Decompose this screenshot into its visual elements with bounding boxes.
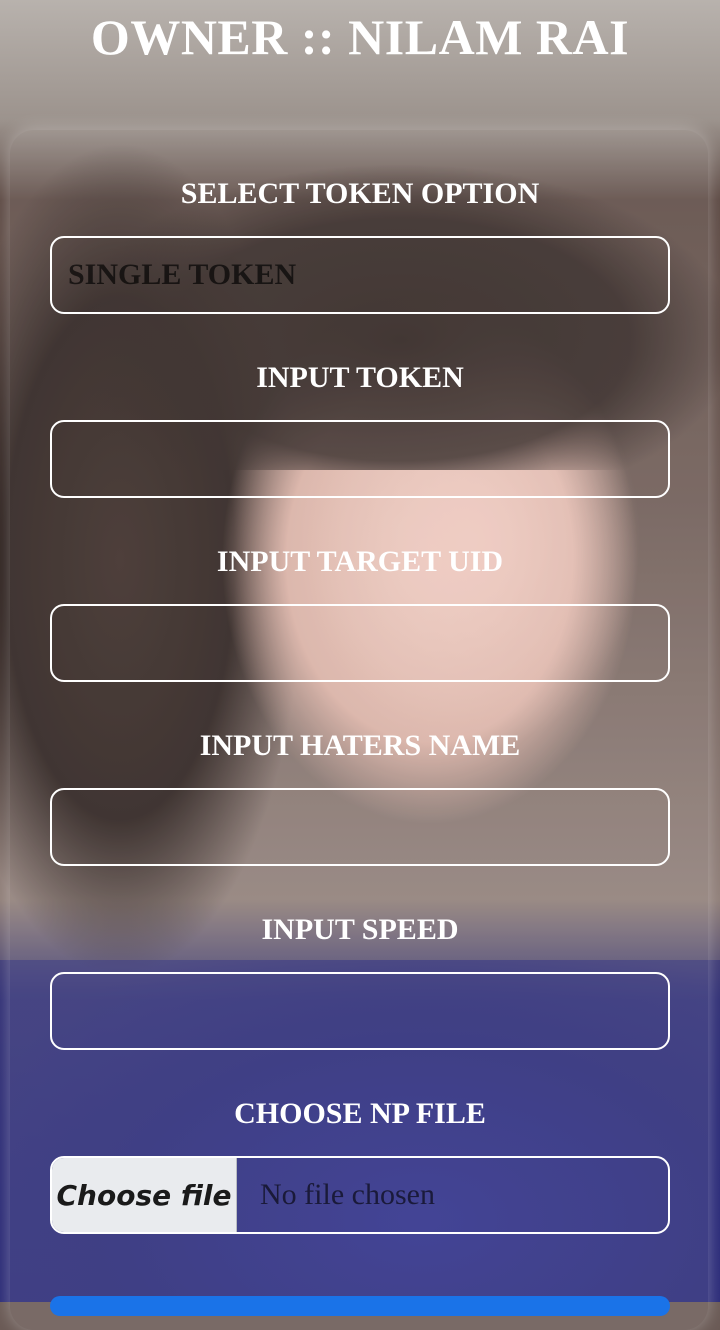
file-status-text: No file chosen [260, 1178, 435, 1211]
token-option-select[interactable]: SINGLE TOKEN [50, 236, 670, 314]
target-uid-label: INPUT TARGET UID [216, 545, 504, 578]
speed-label: INPUT SPEED [261, 913, 459, 946]
np-file-input[interactable]: Choose file No file chosen [50, 1156, 670, 1234]
submit-button[interactable] [50, 1296, 670, 1316]
haters-name-label: INPUT HATERS NAME [199, 729, 521, 762]
token-option-label: SELECT TOKEN OPTION [180, 177, 540, 210]
speed-input[interactable] [50, 972, 670, 1050]
token-input[interactable] [50, 420, 670, 498]
target-uid-input[interactable] [50, 604, 670, 682]
choose-file-button[interactable]: Choose file [52, 1158, 237, 1232]
token-label: INPUT TOKEN [256, 361, 464, 394]
haters-name-input[interactable] [50, 788, 670, 866]
token-option-selected-value: SINGLE TOKEN [68, 258, 297, 291]
page-title: OWNER :: NILAM RAI [90, 9, 630, 65]
np-file-label: CHOOSE NP FILE [234, 1097, 486, 1130]
